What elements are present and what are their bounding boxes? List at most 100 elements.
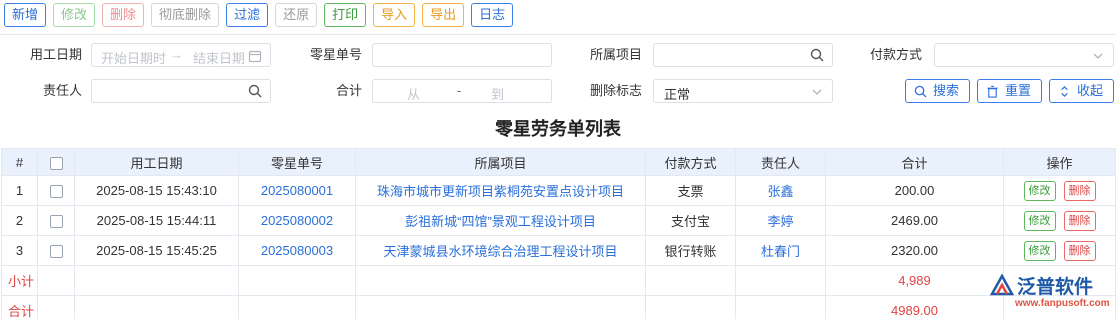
filter-button[interactable]: 过滤 (226, 3, 269, 27)
row-payment: 支付宝 (645, 205, 736, 236)
row-edit-button[interactable]: 修改 (1023, 240, 1056, 261)
collapse-button-label: 收起 (1077, 83, 1104, 98)
search-icon[interactable] (248, 84, 262, 98)
row-project-link[interactable]: 彭祖新城“四馆”景观工程设计项目 (355, 205, 646, 236)
row-no-link[interactable]: 2025080003 (238, 235, 356, 266)
start-date-placeholder: 开始日期时 (101, 51, 167, 66)
row-delete-button[interactable]: 删除 (1063, 180, 1096, 201)
subtotal-row: 小计 4,989 (1, 265, 1116, 296)
row-date: 2025-08-15 15:43:10 (74, 175, 239, 206)
chevron-down-icon (1093, 53, 1103, 59)
total-to-placeholder: 到 (491, 87, 505, 102)
import-button[interactable]: 导入 (373, 3, 416, 27)
end-date-placeholder: 结束日期 (193, 51, 246, 66)
grand-total-value: 4989.00 (825, 295, 1004, 319)
table-row[interactable]: 1 2025-08-15 15:43:10 2025080001 珠海市城市更新… (1, 175, 1116, 206)
row-delete-button[interactable]: 删除 (1063, 240, 1096, 261)
work-date-range-input[interactable]: 开始日期时 → 结束日期 (91, 43, 271, 67)
search-icon (914, 85, 927, 98)
row-total: 2320.00 (825, 235, 1004, 266)
row-total: 200.00 (825, 175, 1004, 206)
grand-total-row: 合计 4989.00 (1, 295, 1116, 319)
col-header-payment[interactable]: 付款方式 (645, 148, 736, 176)
delete-flag-value: 正常 (664, 87, 691, 102)
collapse-button[interactable]: 收起 (1049, 79, 1114, 103)
col-header-project[interactable]: 所属项目 (355, 148, 646, 176)
restore-button[interactable]: 还原 (275, 3, 318, 27)
owner-input[interactable] (91, 79, 271, 103)
row-checkbox[interactable] (49, 215, 63, 229)
search-icon[interactable] (810, 48, 824, 62)
col-header-index: # (1, 148, 38, 176)
col-header-no[interactable]: 零星单号 (238, 148, 356, 176)
row-date: 2025-08-15 15:44:11 (74, 205, 239, 236)
chevron-down-icon (812, 89, 822, 95)
export-button[interactable]: 导出 (422, 3, 465, 27)
edit-button[interactable]: 修改 (53, 3, 96, 27)
row-payment: 银行转账 (645, 235, 736, 266)
search-button[interactable]: 搜索 (905, 79, 970, 103)
purge-button[interactable]: 彻底删除 (151, 3, 220, 27)
row-index: 2 (1, 205, 38, 236)
reset-button-label: 重置 (1005, 83, 1032, 98)
calendar-icon (248, 50, 262, 63)
row-edit-button[interactable]: 修改 (1023, 180, 1056, 201)
delete-flag-select[interactable]: 正常 (653, 79, 833, 103)
row-index: 1 (1, 175, 38, 206)
trash-icon (987, 85, 998, 98)
row-owner-link[interactable]: 张鑫 (735, 175, 826, 206)
odd-no-input[interactable] (372, 43, 552, 67)
table-row[interactable]: 2 2025-08-15 15:44:11 2025080002 彭祖新城“四馆… (1, 205, 1116, 236)
subtotal-label: 小计 (1, 265, 38, 296)
arrow-right-icon: → (170, 47, 183, 62)
collapse-chevrons-icon (1061, 85, 1068, 97)
row-delete-button[interactable]: 删除 (1063, 210, 1096, 231)
work-date-label: 用工日期 (29, 47, 82, 62)
row-date: 2025-08-15 15:45:25 (74, 235, 239, 266)
toolbar: 新增 修改 删除 彻底删除 过滤 还原 打印 导入 导出 日志 (4, 3, 514, 27)
project-input[interactable] (653, 43, 833, 67)
search-button-label: 搜索 (933, 83, 960, 98)
add-button[interactable]: 新增 (4, 3, 47, 27)
row-no-link[interactable]: 2025080002 (238, 205, 356, 236)
col-header-select-all (37, 148, 75, 176)
row-owner-link[interactable]: 李婷 (735, 205, 826, 236)
row-total: 2469.00 (825, 205, 1004, 236)
delete-flag-label: 删除标志 (589, 83, 642, 98)
col-header-actions: 操作 (1003, 148, 1116, 176)
payment-select[interactable] (934, 43, 1114, 67)
row-no-link[interactable]: 2025080001 (238, 175, 356, 206)
grand-total-label: 合计 (1, 295, 38, 319)
reset-button[interactable]: 重置 (977, 79, 1042, 103)
table-header-row: # 用工日期 零星单号 所属项目 付款方式 责任人 合计 操作 (1, 148, 1116, 176)
row-edit-button[interactable]: 修改 (1023, 210, 1056, 231)
row-checkbox[interactable] (49, 245, 63, 259)
row-project-link[interactable]: 天津蒙城县水环境综合治理工程设计项目 (355, 235, 646, 266)
odd-no-label: 零星单号 (309, 47, 362, 62)
row-owner-link[interactable]: 杜春门 (735, 235, 826, 266)
print-button[interactable]: 打印 (324, 3, 367, 27)
brand-logo-icon (989, 273, 1015, 296)
delete-button[interactable]: 删除 (102, 3, 145, 27)
total-range-input[interactable]: 从 - 到 (372, 79, 552, 103)
labor-table: # 用工日期 零星单号 所属项目 付款方式 责任人 合计 操作 1 2025-0… (1, 148, 1116, 319)
total-from-placeholder: 从 (407, 87, 421, 102)
subtotal-value: 4,989 (825, 265, 1004, 296)
table-row[interactable]: 3 2025-08-15 15:45:25 2025080003 天津蒙城县水环… (1, 235, 1116, 266)
brand-site: www.fanpusoft.com (1015, 298, 1110, 309)
row-index: 3 (1, 235, 38, 266)
brand-name: 泛普软件 (1017, 277, 1094, 298)
payment-label: 付款方式 (869, 47, 922, 62)
log-button[interactable]: 日志 (471, 3, 514, 27)
row-project-link[interactable]: 珠海市城市更新项目紫桐苑安置点设计项目 (355, 175, 646, 206)
brand-watermark: 泛普软件 www.fanpusoft.com (985, 272, 1116, 319)
select-all-checkbox[interactable] (49, 156, 63, 170)
page-title: 零星劳务单列表 (495, 119, 621, 139)
col-header-date[interactable]: 用工日期 (74, 148, 239, 176)
col-header-total[interactable]: 合计 (825, 148, 1004, 176)
owner-label: 责任人 (42, 83, 82, 98)
total-range-dash: - (457, 83, 462, 98)
col-header-owner[interactable]: 责任人 (735, 148, 826, 176)
row-checkbox[interactable] (49, 185, 63, 199)
toolbar-divider (0, 34, 1116, 35)
